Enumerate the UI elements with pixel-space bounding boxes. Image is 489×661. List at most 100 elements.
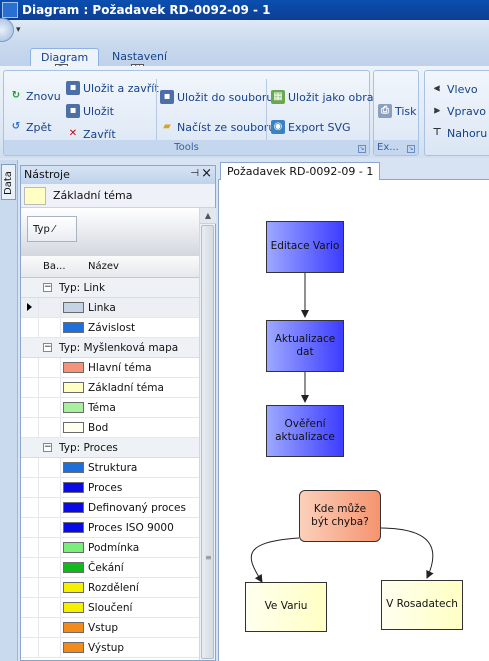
folder-icon: ▰ xyxy=(163,121,171,132)
list-item[interactable]: Proces ISO 9000 xyxy=(21,518,199,538)
qat-dropdown-icon[interactable]: ▾ xyxy=(16,25,21,35)
group-tools: ↻ Znovu ↺ Zpět ▪ Uložit a zavřít ▪ Uložit ✕ Z… xyxy=(3,70,379,156)
row-indicator xyxy=(21,298,39,317)
align-top-button[interactable]: ⊤ Nahoru xyxy=(430,123,487,143)
color-swatch xyxy=(63,642,84,653)
print-button[interactable]: ⎙ Tisk xyxy=(378,101,417,121)
pin-icon[interactable]: ⊣ xyxy=(190,168,199,179)
list-item[interactable]: Téma xyxy=(21,398,199,418)
list-item[interactable]: Linka xyxy=(21,298,199,318)
item-name: Linka xyxy=(88,302,116,314)
undo-button[interactable]: ↺ Zpět xyxy=(9,117,52,137)
app-icon xyxy=(2,2,18,18)
node-overeni-aktualizace[interactable]: Ověření aktualizace xyxy=(266,405,344,457)
list-item[interactable]: Bod xyxy=(21,418,199,438)
collapse-icon[interactable]: − xyxy=(43,283,52,292)
item-name: Téma xyxy=(88,402,116,414)
collapse-icon[interactable]: − xyxy=(43,443,52,452)
save-as-image-button[interactable]: ▦ Uložit jako obraz xyxy=(271,87,379,107)
title-bar: Diagram : Požadavek RD-0092-09 - 1 xyxy=(0,0,489,20)
list-item[interactable]: Závislost xyxy=(21,318,199,338)
row-cell xyxy=(39,578,61,597)
load-from-file-button[interactable]: ▰ Načíst ze souboru xyxy=(160,117,275,137)
align-right-icon: ⫸ xyxy=(434,105,440,116)
align-top-icon: ⊤ xyxy=(432,127,442,138)
group-row[interactable]: − Typ: Link xyxy=(21,278,199,298)
row-cell xyxy=(39,598,61,617)
align-right-button[interactable]: ⫸ Vpravo xyxy=(430,101,486,121)
image-icon: ▦ xyxy=(271,90,285,104)
theme-selector[interactable]: Základní téma xyxy=(21,184,215,208)
application-menu-button[interactable] xyxy=(0,18,14,42)
row-indicator xyxy=(21,578,39,597)
list-item[interactable]: Podmínka xyxy=(21,538,199,558)
diagram-canvas[interactable]: Editace Vario Aktualizace dat Ověření ak… xyxy=(218,180,489,661)
connector-decision-rosadata[interactable] xyxy=(378,527,434,579)
document-tab[interactable]: Požadavek RD-0092-09 - 1 xyxy=(220,162,381,181)
side-strip: Data xyxy=(0,160,18,661)
list-item[interactable]: Čekání xyxy=(21,558,199,578)
color-swatch xyxy=(63,502,84,513)
group-label: Typ: Proces xyxy=(59,442,118,454)
row-cell xyxy=(39,318,61,337)
item-name: Čekání xyxy=(88,562,124,574)
row-indicator xyxy=(21,518,39,537)
vertical-scrollbar[interactable]: ▲ ≡ xyxy=(199,208,216,660)
item-name: Proces xyxy=(88,482,123,494)
export-icon: ◉ xyxy=(271,120,285,134)
row-indicator xyxy=(21,458,39,477)
column-name[interactable]: Název xyxy=(88,261,119,272)
list-item[interactable]: Hlavní téma xyxy=(21,358,199,378)
scroll-thumb[interactable]: ≡ xyxy=(201,225,214,659)
theme-label: Základní téma xyxy=(53,189,133,202)
node-editace-vario[interactable]: Editace Vario xyxy=(266,221,344,273)
group-label: Typ: Link xyxy=(59,282,106,294)
close-x-icon: ✕ xyxy=(68,128,78,139)
connector-decision-variu[interactable] xyxy=(250,537,300,583)
list-item[interactable]: Základní téma xyxy=(21,378,199,398)
list-item[interactable]: Rozdělení xyxy=(21,578,199,598)
color-swatch xyxy=(63,522,84,533)
item-name: Výstup xyxy=(88,642,125,654)
group-chip-type[interactable]: Typ ⁄ xyxy=(27,216,77,242)
scroll-up-icon[interactable]: ▲ xyxy=(200,208,216,224)
row-cell xyxy=(39,298,61,317)
save-to-file-button[interactable]: ▪ Uložit do souboru xyxy=(160,87,273,107)
color-swatch xyxy=(63,602,84,613)
ribbon-tabs: Diagram Nastavení D N xyxy=(0,44,489,77)
list-item[interactable]: Struktura xyxy=(21,458,199,478)
dialog-launcher-icon[interactable]: ↘ xyxy=(407,145,415,153)
row-cell xyxy=(39,638,61,657)
list-item[interactable]: Výstup xyxy=(21,638,199,658)
tab-data[interactable]: Data xyxy=(1,164,16,200)
row-cell xyxy=(39,398,61,417)
node-aktualizace-dat[interactable]: Aktualizace dat xyxy=(266,320,344,372)
list-item[interactable]: Proces xyxy=(21,478,199,498)
node-kde-muze-byt-chyba[interactable]: Kde může být chyba? xyxy=(299,490,381,542)
save-button[interactable]: ▪ Uložit xyxy=(66,101,114,121)
export-svg-button[interactable]: ◉ Export SVG xyxy=(271,117,351,137)
list-item[interactable]: Vstup xyxy=(21,618,199,638)
node-ve-variu[interactable]: Ve Variu xyxy=(245,582,327,632)
document-tabs: Požadavek RD-0092-09 - 1 xyxy=(218,160,489,181)
collapse-icon[interactable]: − xyxy=(43,343,52,352)
dialog-launcher-icon[interactable]: ↘ xyxy=(358,145,366,153)
item-name: Hlavní téma xyxy=(88,362,152,374)
redo-button[interactable]: ↻ Znovu xyxy=(9,86,61,106)
color-swatch xyxy=(63,482,84,493)
separator xyxy=(266,79,267,141)
list-item[interactable]: Sloučení xyxy=(21,598,199,618)
close-icon[interactable]: × xyxy=(201,166,212,181)
group-row[interactable]: − Typ: Myšlenková mapa xyxy=(21,338,199,358)
save-close-button[interactable]: ▪ Uložit a zavřít xyxy=(66,78,159,98)
node-v-rosadatech[interactable]: V Rosadatech xyxy=(381,580,463,630)
list-item[interactable]: Definovaný proces xyxy=(21,498,199,518)
column-ba[interactable]: Ba... xyxy=(43,261,66,272)
save-file-icon: ▪ xyxy=(160,90,174,104)
group-row[interactable]: − Typ: Proces xyxy=(21,438,199,458)
row-cell xyxy=(39,618,61,637)
row-indicator xyxy=(21,538,39,557)
group-label: Typ: Myšlenková mapa xyxy=(59,342,179,354)
row-indicator xyxy=(21,318,39,337)
align-left-button[interactable]: ⫷ Vlevo xyxy=(430,79,477,99)
